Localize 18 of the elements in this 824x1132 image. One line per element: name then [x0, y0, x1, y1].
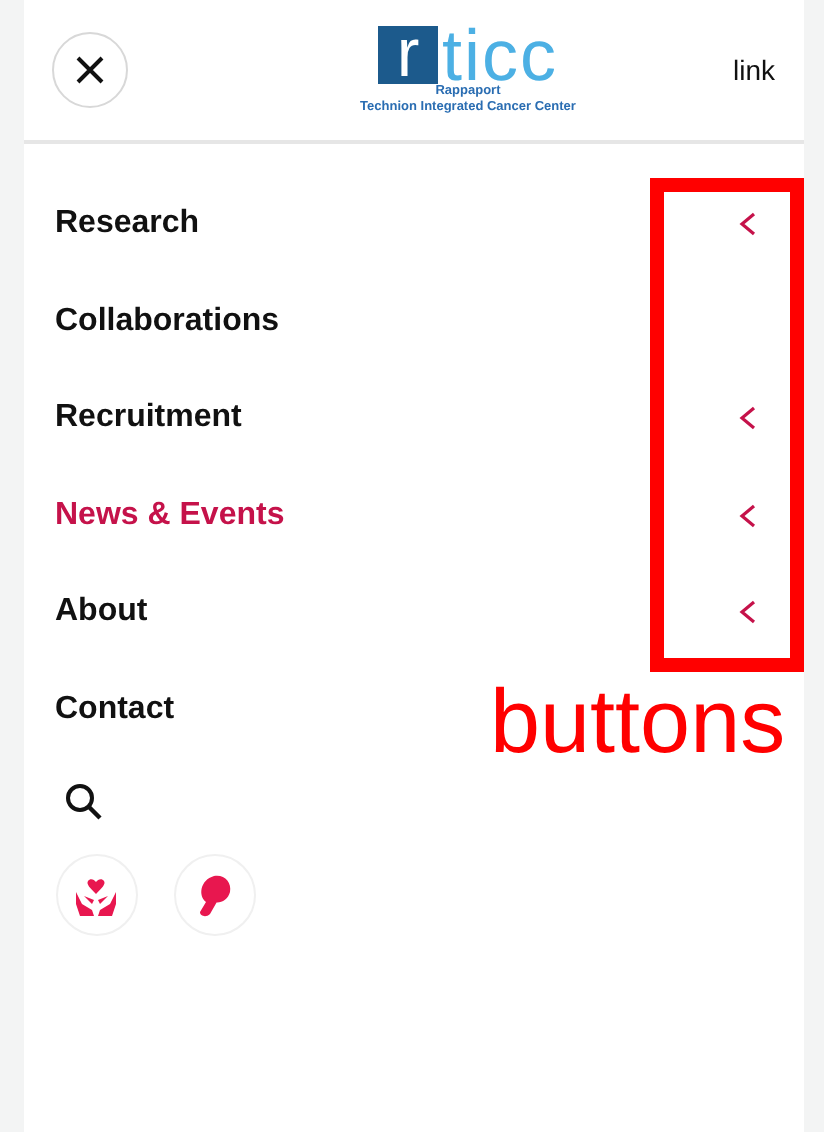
close-button[interactable]	[51, 32, 127, 108]
menu-item[interactable]: Collaborations	[55, 303, 280, 340]
donate-button[interactable]	[55, 854, 137, 936]
search-button[interactable]	[63, 782, 103, 822]
expand-button[interactable]	[735, 598, 759, 627]
close-icon	[73, 54, 105, 86]
expand-button[interactable]	[735, 404, 759, 433]
expand-button[interactable]	[735, 210, 759, 239]
hands-heart-icon	[74, 875, 118, 915]
expand-button[interactable]	[735, 501, 759, 530]
header-link[interactable]: link	[732, 54, 775, 86]
menu-item[interactable]: News & Events	[55, 497, 285, 534]
menu-item[interactable]: Research	[55, 206, 200, 243]
menu-item[interactable]: About	[55, 594, 148, 631]
menu-item[interactable]: Recruitment	[55, 400, 242, 437]
annotation-label: buttons	[490, 670, 786, 774]
search-icon	[63, 782, 103, 822]
menu-item[interactable]: Contact	[55, 691, 175, 728]
